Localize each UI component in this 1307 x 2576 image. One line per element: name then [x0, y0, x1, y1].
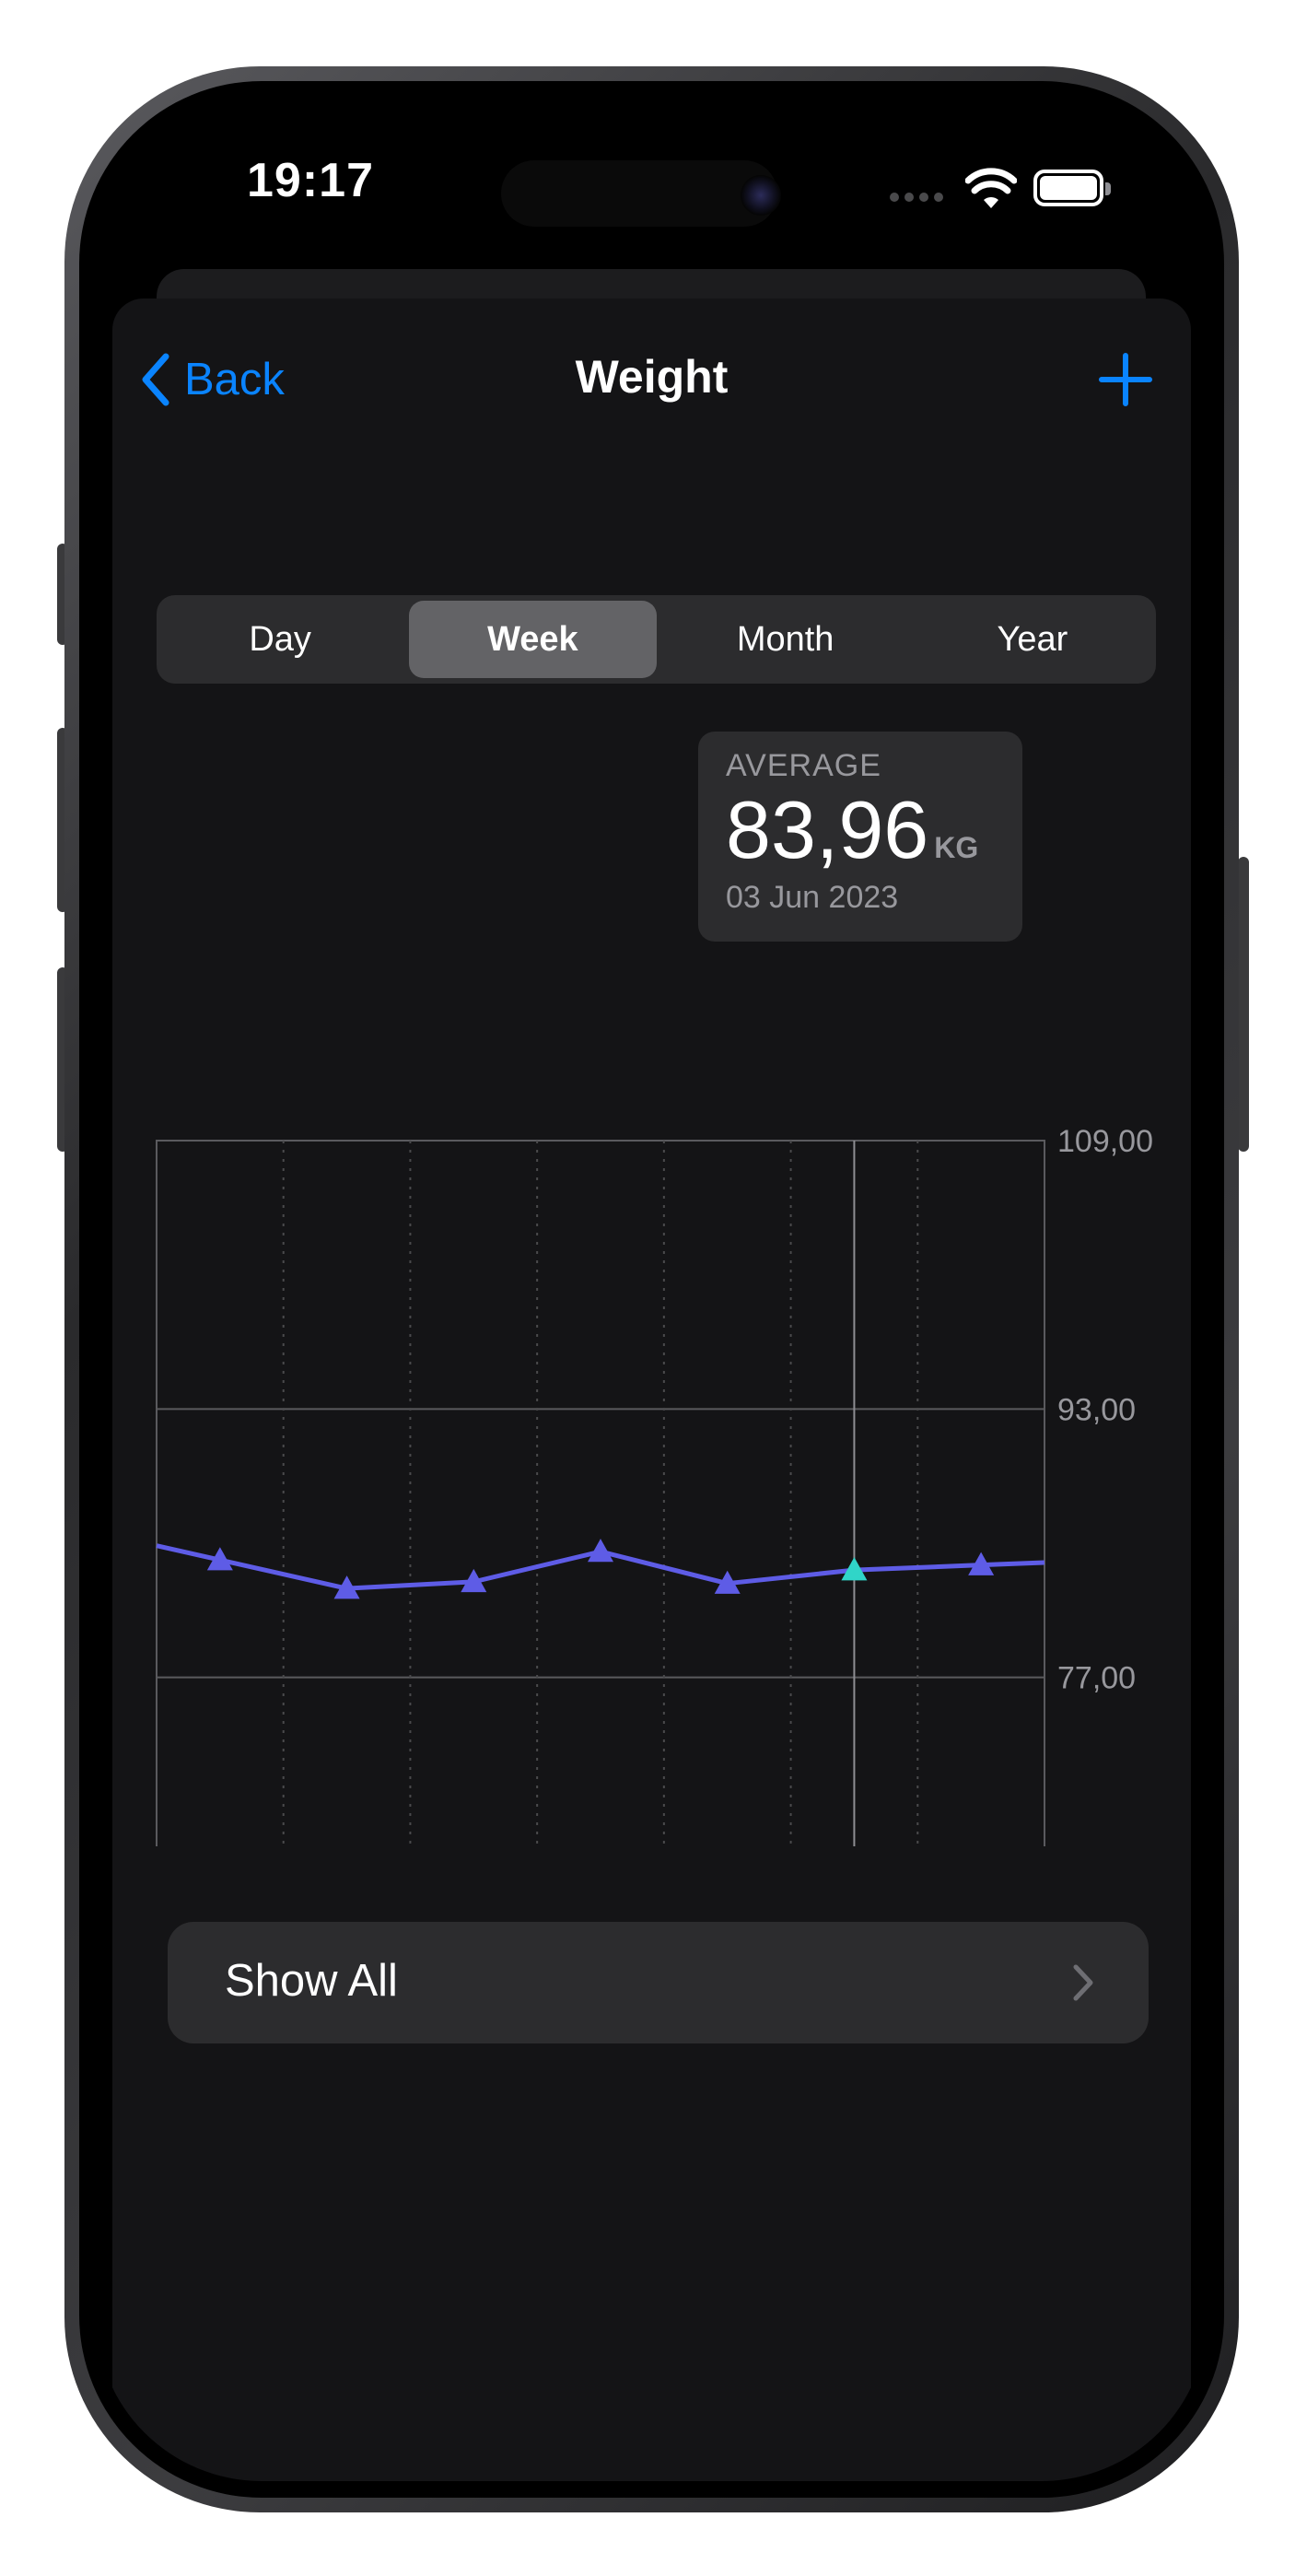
segment-day[interactable]: Day: [157, 595, 403, 684]
average-annotation: AVERAGE 83,96 KG 03 Jun 2023: [698, 732, 1022, 942]
weight-chart[interactable]: 109,0093,0077,0061,00MonTueWedThuFriSatS…: [112, 870, 1191, 1846]
front-camera-icon: [741, 175, 781, 216]
chevron-right-icon: [1073, 1964, 1093, 2001]
status-time: 19:17: [247, 154, 374, 207]
y-tick-label: 77,00: [1057, 1661, 1136, 1696]
period-segmented-control: Day Week Month Year: [157, 595, 1156, 684]
page-title: Weight: [575, 351, 729, 403]
plot-frame: [156, 1140, 1045, 1846]
plus-icon[interactable]: [1098, 352, 1153, 407]
wifi-icon: [965, 168, 1017, 208]
y-tick-label: 109,00: [1057, 1124, 1153, 1159]
average-unit: KG: [934, 831, 979, 864]
battery-icon: [1033, 170, 1111, 206]
show-all-label: Show All: [225, 1956, 398, 2006]
y-tick-label: 93,00: [1057, 1392, 1136, 1427]
show-all-button[interactable]: Show All: [168, 1922, 1149, 2043]
average-label: AVERAGE: [726, 748, 881, 783]
average-value: 83,96: [726, 784, 929, 875]
data-point-marker: [588, 1539, 613, 1563]
weight-sheet: Back Weight Day Week Month Year 109,00 93…: [112, 299, 1191, 2481]
power-button: [1238, 857, 1249, 1152]
phone-screen: 19:17 Back Weight Day Week Month Year 10…: [96, 98, 1208, 2481]
signal-dots-icon: [890, 190, 949, 202]
dynamic-island: [501, 160, 777, 227]
segment-week[interactable]: Week: [409, 601, 657, 678]
average-date: 03 Jun 2023: [726, 880, 899, 915]
segment-year[interactable]: Year: [909, 595, 1156, 684]
segment-month[interactable]: Month: [662, 595, 909, 684]
